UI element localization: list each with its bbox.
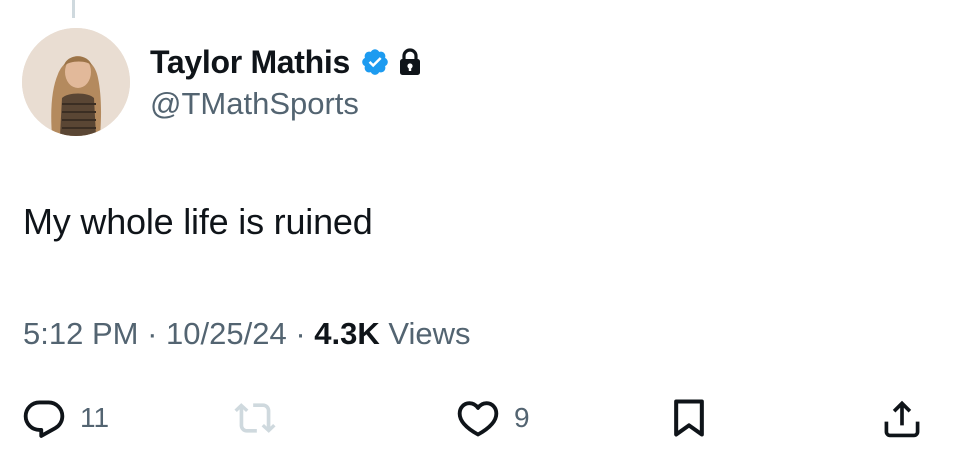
like-button[interactable]: 9 xyxy=(456,390,530,446)
display-name[interactable]: Taylor Mathis xyxy=(150,44,350,81)
avatar[interactable] xyxy=(22,28,130,136)
thread-connector-line xyxy=(72,0,75,18)
like-count: 9 xyxy=(514,402,530,433)
share-icon xyxy=(880,396,924,440)
like-icon xyxy=(456,396,500,440)
tweet-time[interactable]: 5:12 PM xyxy=(23,316,138,351)
views-count: 4.3K xyxy=(314,316,380,351)
retweet-icon xyxy=(233,396,277,440)
bookmark-button[interactable] xyxy=(667,390,711,446)
meta-separator: · xyxy=(295,316,306,351)
action-bar: 11 9 xyxy=(0,390,959,450)
reply-button[interactable]: 11 xyxy=(22,390,109,446)
tweet-text: My whole life is ruined xyxy=(23,201,373,242)
reply-icon xyxy=(22,396,66,440)
lock-icon xyxy=(398,48,422,76)
retweet-button[interactable] xyxy=(233,390,277,446)
verified-badge-icon[interactable] xyxy=(360,47,390,77)
bookmark-icon xyxy=(667,396,711,440)
tweet-meta: 5:12 PM · 10/25/24 · 4.3K Views xyxy=(23,316,471,352)
share-button[interactable] xyxy=(880,390,924,446)
author-handle[interactable]: @TMathSports xyxy=(150,86,359,122)
meta-separator: · xyxy=(147,316,158,351)
reply-count: 11 xyxy=(80,402,110,433)
tweet-date[interactable]: 10/25/24 xyxy=(166,316,287,351)
views-label: Views xyxy=(388,316,471,351)
author-name-row: Taylor Mathis xyxy=(150,40,422,84)
